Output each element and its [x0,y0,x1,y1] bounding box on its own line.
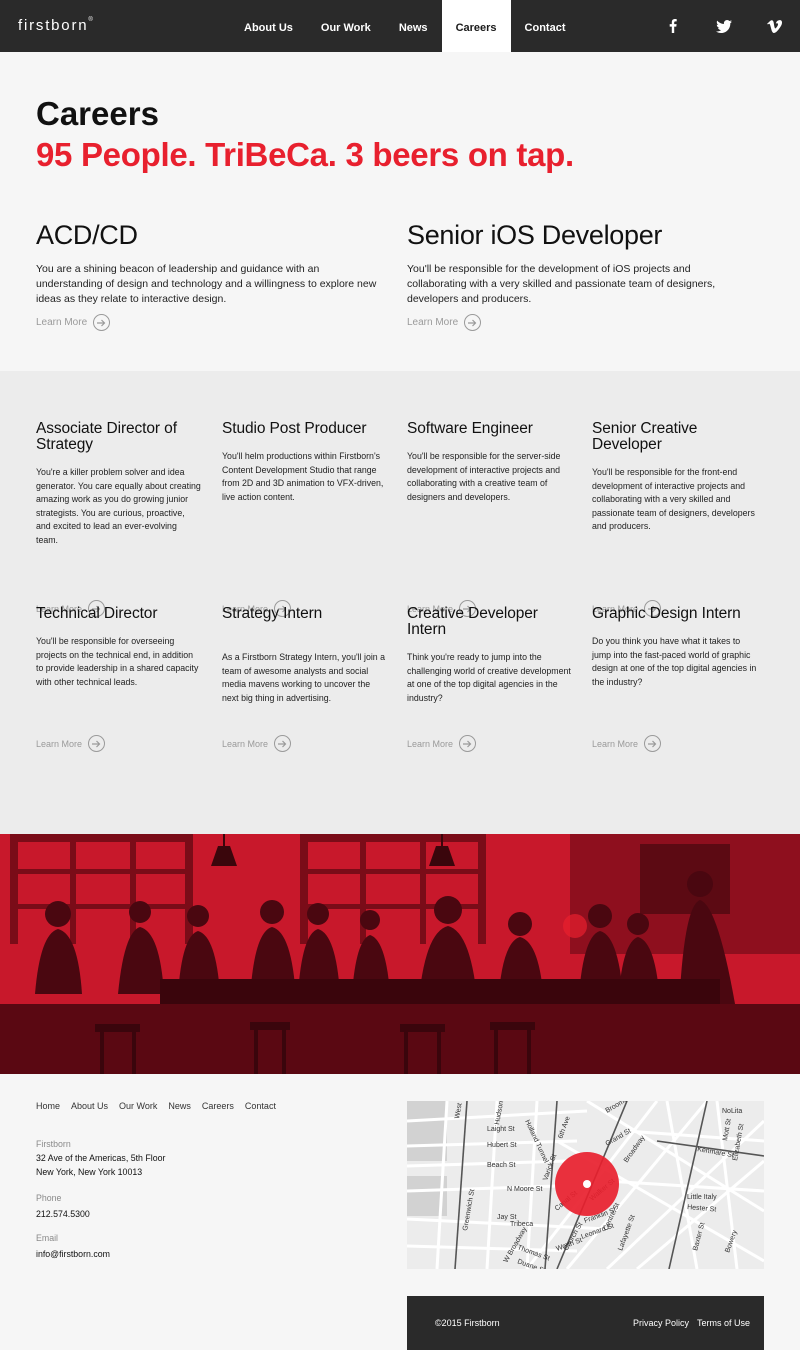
job-description: You'll be responsible for the developmen… [407,263,716,305]
learn-more-label: Learn More [407,738,454,749]
page-title: Careers [36,95,159,132]
job-card-associate-director-of-strategy: Associate Director of Strategy You're a … [36,421,201,617]
footer-nav: Home About Us Our Work News Careers Cont… [36,1101,276,1111]
vimeo-icon[interactable] [749,0,800,52]
copyright-bar: ©2015 Firstborn Privacy Policy Terms of … [407,1296,764,1350]
job-listings-grid: Associate Director of Strategy You're a … [0,371,800,834]
arrow-right-icon [644,735,662,752]
top-navigation-bar: firstborn® About Us Our Work News Career… [0,0,800,52]
registered-mark: ® [88,17,93,23]
company-label: Firstborn [36,1139,71,1149]
job-description: You'll be responsible for the front-end … [592,467,755,531]
job-description: As a Firstborn Strategy Intern, you'll j… [222,652,386,703]
email-label: Email [36,1233,58,1243]
office-team-photo [0,834,800,1074]
footer-link-about-us[interactable]: About Us [71,1101,108,1111]
map-street-label: Little Italy [687,1194,717,1201]
facebook-icon[interactable] [647,0,698,52]
main-nav: About Us Our Work News Careers Contact [230,0,580,52]
arrow-right-icon [88,735,106,752]
map-street-label: Laight St [487,1126,515,1133]
page-tagline: 95 People. TriBeCa. 3 beers on tap. [36,136,574,173]
job-card-software-engineer: Software Engineer You'll be responsible … [407,421,572,617]
learn-more-link[interactable]: Learn More [407,314,482,331]
footer-link-our-work[interactable]: Our Work [119,1101,157,1111]
job-title[interactable]: Associate Director of Strategy [36,421,201,453]
address-line-2: New York, New York 10013 [36,1167,143,1177]
arrow-right-icon [274,735,292,752]
learn-more-link[interactable]: Learn More [222,735,292,752]
twitter-icon[interactable] [698,0,749,52]
arrow-right-icon [93,314,111,331]
nav-our-work[interactable]: Our Work [307,0,385,52]
job-title[interactable]: Creative Developer Intern [407,606,572,638]
job-description: You'll be responsible for the server-sid… [407,451,561,502]
job-title[interactable]: Graphic Design Intern [592,606,757,622]
featured-job-senior-ios-developer: Senior iOS Developer You'll be responsib… [407,220,752,331]
address-line-1: 32 Ave of the Americas, 5th Floor [36,1153,166,1163]
social-links [647,0,800,52]
job-title[interactable]: Senior iOS Developer [407,220,752,251]
job-title[interactable]: Senior Creative Developer [592,421,757,453]
nav-careers[interactable]: Careers [441,0,511,52]
map-street-label: Jay St [497,1214,517,1221]
footer-link-careers[interactable]: Careers [202,1101,234,1111]
job-description: You'll helm productions within Firstborn… [222,451,384,502]
firstborn-logo[interactable]: firstborn® [18,17,93,34]
footer-email: Email info@firstborn.com [36,1231,110,1261]
logo-text: firstborn [18,17,89,34]
job-card-technical-director: Technical Director You'll be responsible… [36,606,201,776]
job-title[interactable]: Software Engineer [407,421,572,437]
job-title[interactable]: Studio Post Producer [222,421,387,437]
learn-more-link[interactable]: Learn More [592,735,662,752]
learn-more-label: Learn More [36,738,83,749]
job-card-strategy-intern: Strategy Intern As a Firstborn Strategy … [222,606,387,776]
job-description: You're a killer problem solver and idea … [36,467,201,545]
learn-more-label: Learn More [222,738,269,749]
learn-more-label: Learn More [407,317,459,328]
phone-number[interactable]: 212.574.5300 [36,1207,90,1221]
learn-more-link[interactable]: Learn More [407,735,477,752]
learn-more-link[interactable]: Learn More [36,314,111,331]
phone-label: Phone [36,1193,62,1203]
learn-more-link[interactable]: Learn More [36,735,106,752]
featured-job-acd-cd: ACD/CD You are a shining beacon of leade… [36,220,381,331]
footer-link-home[interactable]: Home [36,1101,60,1111]
learn-more-label: Learn More [36,317,88,328]
nav-about-us[interactable]: About Us [230,0,307,52]
legal-links: Privacy Policy Terms of Use [633,1318,750,1328]
job-description: You are a shining beacon of leadership a… [36,263,377,305]
map-street-label: Beach St [487,1162,515,1169]
footer-phone: Phone 212.574.5300 [36,1191,90,1221]
map-street-label: Tribeca [510,1221,533,1228]
job-description: Do you think you have what it takes to j… [592,636,757,687]
job-card-studio-post-producer: Studio Post Producer You'll helm product… [222,421,387,617]
terms-of-use-link[interactable]: Terms of Use [697,1318,750,1328]
location-map[interactable]: West St Greenwich St Hudson St Laight St Hub… [407,1101,764,1269]
learn-more-label: Learn More [592,738,639,749]
job-title[interactable]: Technical Director [36,606,201,622]
arrow-right-icon [459,735,477,752]
map-street-label: N Moore St [507,1186,542,1193]
job-title[interactable]: ACD/CD [36,220,381,251]
job-title[interactable]: Strategy Intern [222,606,387,622]
job-card-creative-developer-intern: Creative Developer Intern Think you're r… [407,606,572,776]
job-description: You'll be responsible for overseeing pro… [36,636,199,687]
footer-address: Firstborn 32 Ave of the Americas, 5th Fl… [36,1137,165,1179]
email-address[interactable]: info@firstborn.com [36,1247,110,1261]
copyright-text: ©2015 Firstborn [435,1318,500,1328]
job-card-senior-creative-developer: Senior Creative Developer You'll be resp… [592,421,757,617]
map-street-label: NoLita [722,1108,742,1115]
job-description: Think you're ready to jump into the chal… [407,652,571,703]
location-pin-icon [583,1180,591,1188]
arrow-right-icon [464,314,482,331]
privacy-policy-link[interactable]: Privacy Policy [633,1318,689,1328]
job-card-graphic-design-intern: Graphic Design Intern Do you think you h… [592,606,757,776]
footer-link-contact[interactable]: Contact [245,1101,276,1111]
nav-contact[interactable]: Contact [511,0,580,52]
footer-link-news[interactable]: News [168,1101,191,1111]
nav-news[interactable]: News [385,0,442,52]
map-street-label: Hubert St [487,1142,517,1149]
